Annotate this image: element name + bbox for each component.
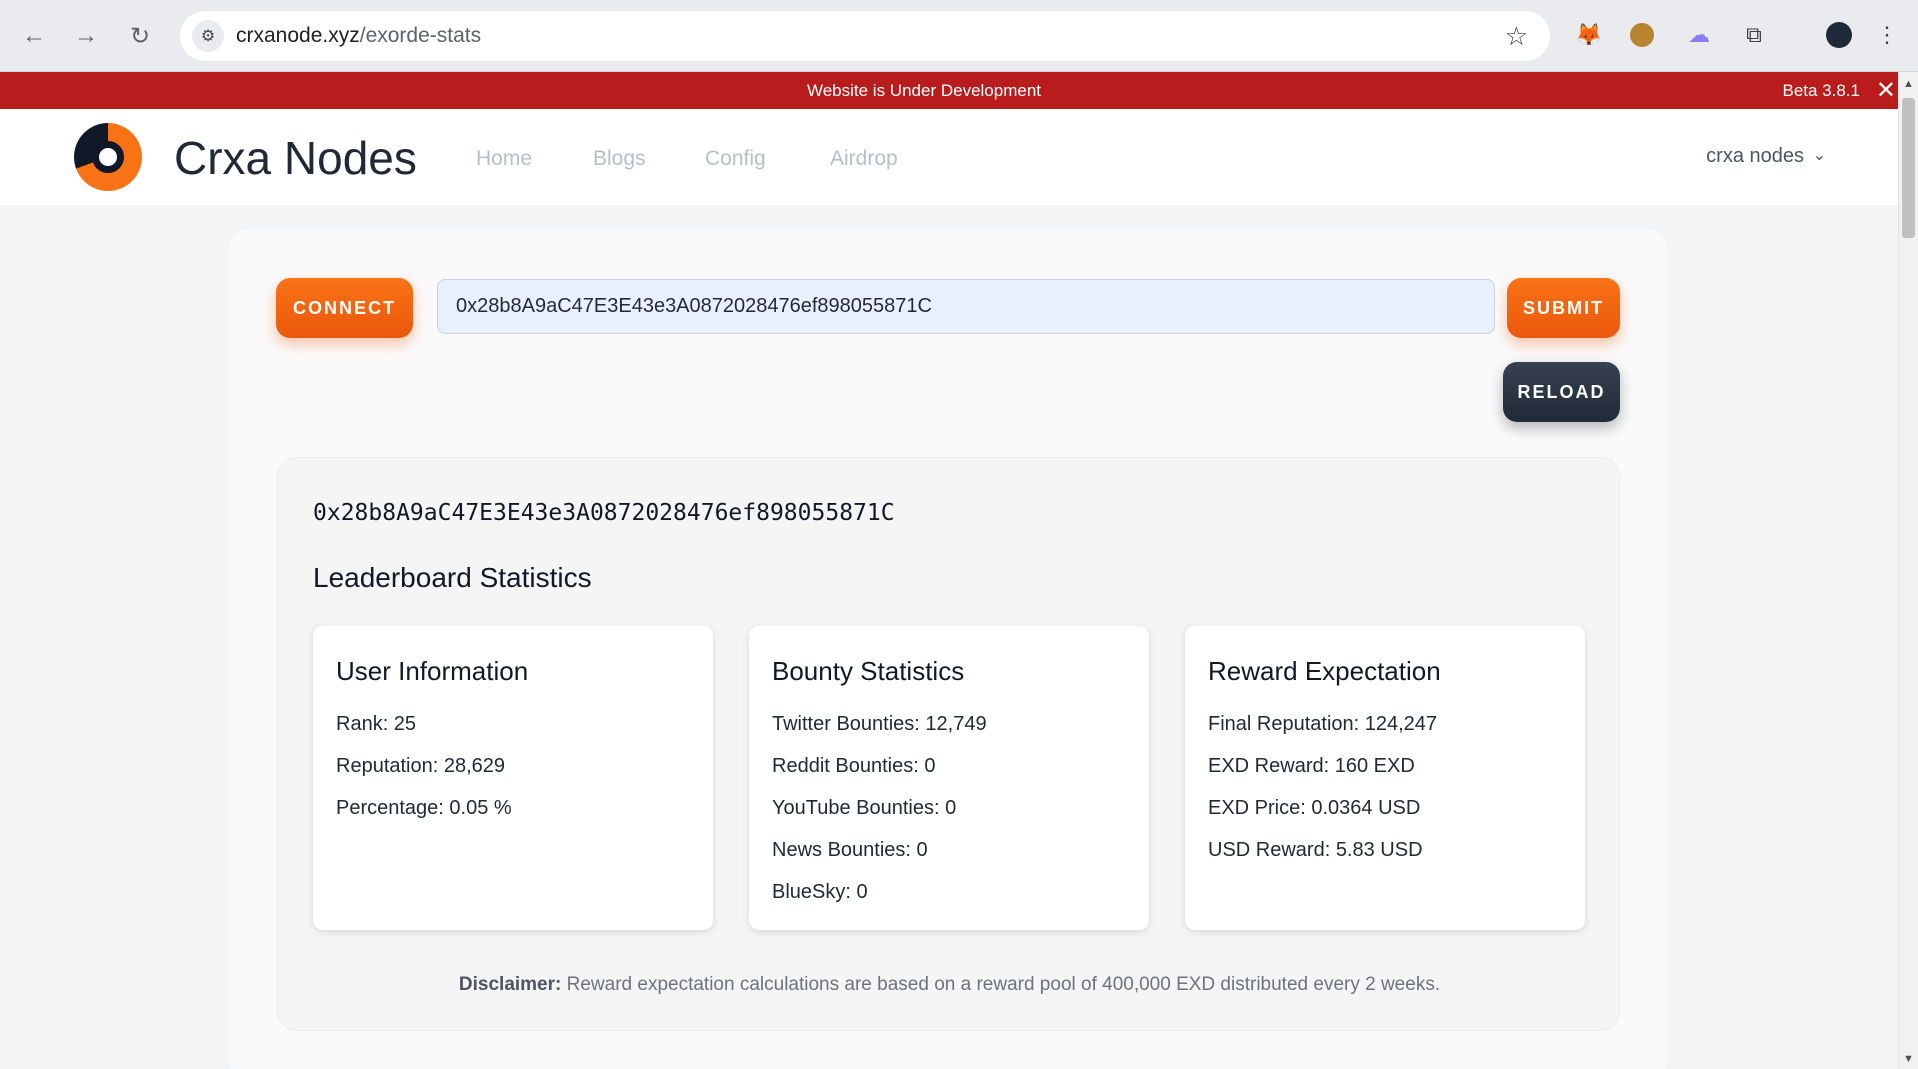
reddit-bounties-line: Reddit Bounties: 0: [772, 755, 936, 777]
page-scrollbar[interactable]: ▲ ▼: [1898, 72, 1918, 1069]
crxa-logo-icon[interactable]: [74, 123, 142, 191]
wallet-address-input[interactable]: [437, 279, 1495, 334]
section-title: Leaderboard Statistics: [313, 562, 592, 593]
url-text[interactable]: crxanode.xyz/exorde-stats: [236, 24, 481, 48]
metamask-extension-icon[interactable]: 🦊: [1574, 20, 1604, 50]
forward-icon[interactable]: →: [68, 18, 104, 54]
wallet-address: 0x28b8A9aC47E3E43e3A0872028476ef89805587…: [313, 500, 895, 526]
usd-reward-line: USD Reward: 5.83 USD: [1208, 839, 1423, 861]
site-info-icon[interactable]: ⚙: [192, 20, 224, 52]
news-bounties-line: News Bounties: 0: [772, 839, 928, 861]
nav-config[interactable]: Config: [705, 147, 766, 171]
disclaimer: Disclaimer: Reward expectation calculati…: [278, 974, 1621, 996]
brand-name[interactable]: Crxa Nodes: [174, 131, 417, 185]
url-host: crxanode.xyz: [236, 24, 360, 47]
ghost-extension-icon[interactable]: ☁: [1684, 20, 1714, 50]
reputation-line: Reputation: 28,629: [336, 755, 506, 777]
youtube-bounties-line: YouTube Bounties: 0: [772, 797, 957, 819]
card-title: User Information: [336, 656, 529, 686]
site-header: Crxa Nodes Home Blogs Config Airdrop crx…: [0, 109, 1898, 205]
url-path: /exorde-stats: [359, 24, 482, 47]
submit-button[interactable]: SUBMIT: [1507, 278, 1620, 338]
disclaimer-text: Reward expectation calculations are base…: [566, 974, 1441, 995]
rank-line: Rank: 25: [336, 713, 417, 735]
scroll-up-icon[interactable]: ▲: [1903, 78, 1914, 90]
twitter-bounties-line: Twitter Bounties: 12,749: [772, 713, 987, 735]
bookmark-star-icon[interactable]: ☆: [1505, 21, 1528, 52]
address-bar[interactable]: ⚙ crxanode.xyz/exorde-stats ☆: [180, 11, 1550, 61]
nav-blogs[interactable]: Blogs: [593, 147, 646, 171]
final-reputation-line: Final Reputation: 124,247: [1208, 713, 1438, 735]
exd-reward-line: EXD Reward: 160 EXD: [1208, 755, 1415, 777]
version-label: Beta 3.8.1: [1782, 81, 1860, 100]
stats-panel: 0x28b8A9aC47E3E43e3A0872028476ef89805587…: [277, 457, 1620, 1031]
bluesky-line: BlueSky: 0: [772, 881, 868, 903]
back-icon[interactable]: ←: [16, 18, 52, 54]
dev-banner: Website is Under Development Beta 3.8.1 …: [0, 72, 1918, 109]
percentage-line: Percentage: 0.05 %: [336, 797, 512, 819]
reload-button[interactable]: RELOAD: [1503, 362, 1620, 422]
exd-price-line: EXD Price: 0.0364 USD: [1208, 797, 1421, 819]
browser-toolbar: ← → ↻ ⚙ crxanode.xyz/exorde-stats ☆ 🦊 ☁ …: [0, 0, 1918, 72]
card-title: Bounty Statistics: [772, 656, 965, 686]
chevron-down-icon[interactable]: ⌄: [1813, 145, 1826, 165]
connect-button[interactable]: CONNECT: [276, 278, 413, 338]
card-title: Reward Expectation: [1208, 656, 1441, 686]
reward-expectation-card: Reward Expectation Final Reputation: 124…: [1185, 626, 1585, 930]
scroll-thumb[interactable]: [1902, 98, 1915, 238]
profile-avatar-icon[interactable]: [1826, 22, 1852, 48]
extensions-puzzle-icon[interactable]: ⧉: [1739, 20, 1769, 50]
user-information-card: User Information Rank: 25 Reputation: 28…: [313, 626, 713, 930]
browser-menu-icon[interactable]: ⋮: [1872, 20, 1902, 50]
reload-page-icon[interactable]: ↻: [122, 18, 158, 54]
nav-airdrop[interactable]: Airdrop: [830, 147, 898, 171]
nav-home[interactable]: Home: [476, 147, 532, 171]
scroll-down-icon[interactable]: ▼: [1903, 1053, 1914, 1065]
account-menu[interactable]: crxa nodes: [1706, 145, 1804, 168]
disclaimer-label: Disclaimer:: [458, 974, 562, 995]
dev-banner-message: Website is Under Development: [806, 81, 1041, 100]
main-card: CONNECT SUBMIT RELOAD 0x28b8A9aC47E3E43e…: [228, 229, 1668, 1069]
close-icon[interactable]: ✕: [1876, 76, 1896, 105]
coin-extension-icon[interactable]: [1630, 23, 1654, 47]
bounty-statistics-card: Bounty Statistics Twitter Bounties: 12,7…: [749, 626, 1149, 930]
